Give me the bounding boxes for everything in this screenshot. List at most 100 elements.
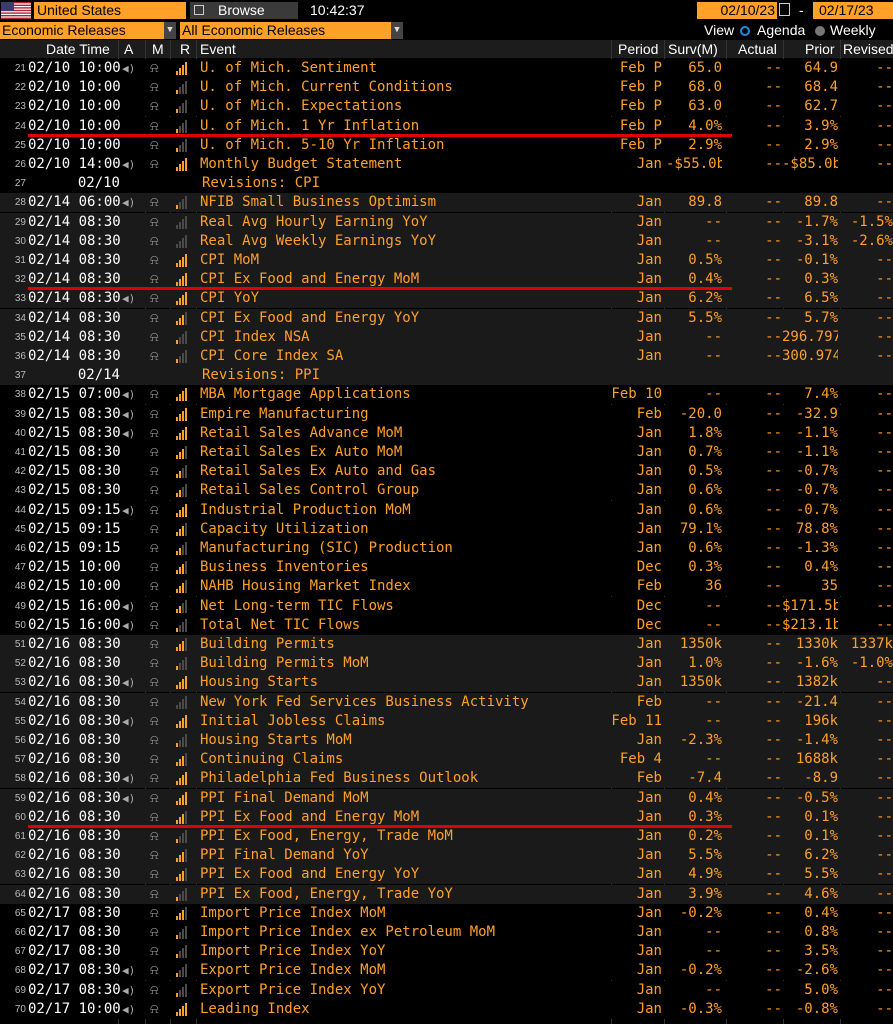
bell-icon[interactable]: ⍾: [150, 577, 164, 596]
bell-icon[interactable]: ⍾: [150, 213, 164, 232]
table-row[interactable]: 68 02/17 08:30 ◀) ⍾ Export Price Index MoM Ja…: [0, 961, 893, 981]
event-name[interactable]: CPI YoY: [200, 289, 610, 308]
start-date-field[interactable]: 02/10/23: [697, 2, 777, 19]
table-row[interactable]: 57 02/16 08:30 ⍾ Continuing Claims Feb 4 -- --…: [0, 750, 893, 770]
col-m[interactable]: M: [152, 40, 164, 58]
event-name[interactable]: Import Price Index MoM: [200, 904, 610, 923]
table-row[interactable]: 35 02/14 08:30 ⍾ CPI Index NSA Jan -- -- 296.79…: [0, 327, 893, 347]
table-row[interactable]: 33 02/14 08:30 ◀) ⍾ CPI YoY Jan 6.2% -- 6.5% --: [0, 289, 893, 309]
event-name[interactable]: Building Permits: [200, 635, 610, 654]
table-row[interactable]: 58 02/16 08:30 ◀) ⍾ Philadelphia Fed Busines…: [0, 769, 893, 789]
event-name[interactable]: U. of Mich. Current Conditions: [200, 78, 610, 97]
table-row[interactable]: 59 02/16 08:30 ◀) ⍾ PPI Final Demand MoM Jan 0…: [0, 788, 893, 808]
bell-icon[interactable]: ⍾: [150, 827, 164, 846]
event-name[interactable]: Continuing Claims: [200, 750, 610, 769]
event-name[interactable]: Import Price Index YoY: [200, 942, 610, 961]
event-name[interactable]: Industrial Production MoM: [200, 501, 610, 520]
event-name[interactable]: CPI MoM: [200, 251, 610, 270]
releases-dropdown[interactable]: All Economic Releases: [180, 22, 403, 39]
bell-icon[interactable]: ⍾: [150, 712, 164, 731]
event-name[interactable]: Total Net TIC Flows: [200, 616, 610, 635]
event-name[interactable]: U. of Mich. Expectations: [200, 97, 610, 116]
table-row[interactable]: 54 02/16 08:30 ⍾ New York Fed Services Busi…: [0, 692, 893, 712]
bell-icon[interactable]: ⍾: [150, 232, 164, 251]
col-prior[interactable]: Prior: [805, 40, 835, 58]
event-name[interactable]: Net Long-term TIC Flows: [200, 597, 610, 616]
bell-icon[interactable]: ⍾: [150, 155, 164, 174]
event-name[interactable]: Export Price Index MoM: [200, 961, 610, 980]
bell-icon[interactable]: ⍾: [150, 846, 164, 865]
bell-icon[interactable]: ⍾: [150, 693, 164, 712]
event-name[interactable]: Business Inventories: [200, 558, 610, 577]
bell-icon[interactable]: ⍾: [150, 136, 164, 155]
bell-icon[interactable]: ⍾: [150, 865, 164, 884]
speaker-icon[interactable]: ◀): [122, 789, 136, 808]
event-name[interactable]: PPI Ex Food, Energy, Trade YoY: [200, 885, 610, 904]
bell-icon[interactable]: ⍾: [150, 97, 164, 116]
event-name[interactable]: CPI Core Index SA: [200, 347, 610, 366]
table-row[interactable]: 55 02/16 08:30 ◀) ⍾ Initial Jobless Claims Fe…: [0, 711, 893, 731]
weekly-label[interactable]: Weekly: [830, 22, 876, 39]
event-name[interactable]: Retail Sales Ex Auto MoM: [200, 443, 610, 462]
event-name[interactable]: Empire Manufacturing: [200, 405, 610, 424]
bell-icon[interactable]: ⍾: [150, 405, 164, 424]
table-row[interactable]: 25 02/10 10:00 ⍾ U. of Mich. 5-10 Yr Inflat…: [0, 135, 893, 155]
speaker-icon[interactable]: ◀): [122, 616, 136, 635]
table-row[interactable]: 42 02/15 08:30 ⍾ Retail Sales Ex Auto and G…: [0, 462, 893, 482]
table-row[interactable]: 69 02/17 08:30 ◀) ⍾ Export Price Index YoY Ja…: [0, 980, 893, 1000]
bell-icon[interactable]: ⍾: [150, 616, 164, 635]
event-name[interactable]: Capacity Utilization: [200, 520, 610, 539]
bell-icon[interactable]: ⍾: [150, 731, 164, 750]
event-name[interactable]: CPI Index NSA: [200, 328, 610, 347]
table-row[interactable]: 65 02/17 08:30 ⍾ Import Price Index MoM Jan -…: [0, 903, 893, 923]
event-name[interactable]: Manufacturing (SIC) Production: [200, 539, 610, 558]
bell-icon[interactable]: ⍾: [150, 1000, 164, 1019]
bell-icon[interactable]: ⍾: [150, 769, 164, 788]
bell-icon[interactable]: ⍾: [150, 289, 164, 308]
bell-icon[interactable]: ⍾: [150, 78, 164, 97]
table-row[interactable]: 49 02/15 16:00 ◀) ⍾ Net Long-term TIC Flows D…: [0, 596, 893, 616]
bell-icon[interactable]: ⍾: [150, 520, 164, 539]
table-row[interactable]: 51 02/16 08:30 ⍾ Building Permits Jan 1350k --…: [0, 635, 893, 654]
event-name[interactable]: Building Permits MoM: [200, 654, 610, 673]
event-name[interactable]: NFIB Small Business Optimism: [200, 193, 610, 212]
bell-icon[interactable]: ⍾: [150, 904, 164, 923]
table-row[interactable]: 46 02/15 09:15 ⍾ Manufacturing (SIC) Produc…: [0, 539, 893, 558]
category-dropdown[interactable]: Economic Releases: [0, 22, 176, 39]
table-row[interactable]: 36 02/14 08:30 ⍾ CPI Core Index SA Jan -- -- 30…: [0, 347, 893, 366]
bell-icon[interactable]: ⍾: [150, 923, 164, 942]
table-row[interactable]: 56 02/16 08:30 ⍾ Housing Starts MoM Jan -2.3%…: [0, 731, 893, 750]
table-row[interactable]: 47 02/15 10:00 ⍾ Business Inventories Dec 0.3…: [0, 558, 893, 578]
speaker-icon[interactable]: ◀): [122, 501, 136, 520]
bell-icon[interactable]: ⍾: [150, 635, 164, 654]
event-name[interactable]: Real Avg Weekly Earnings YoY: [200, 232, 610, 251]
bell-icon[interactable]: ⍾: [150, 193, 164, 212]
speaker-icon[interactable]: ◀): [122, 405, 136, 424]
table-row[interactable]: 22 02/10 10:00 ⍾ U. of Mich. Current Condit…: [0, 78, 893, 98]
table-row[interactable]: 29 02/14 08:30 ⍾ Real Avg Hourly Earning Yo…: [0, 212, 893, 232]
table-row[interactable]: 38 02/15 07:00 ◀) ⍾ MBA Mortgage Application…: [0, 385, 893, 405]
table-row[interactable]: 66 02/17 08:30 ⍾ Import Price Index ex Petr…: [0, 923, 893, 942]
bell-icon[interactable]: ⍾: [150, 981, 164, 1000]
revisions-row[interactable]: 37 02/14 Revisions: PPI: [0, 366, 893, 386]
table-row[interactable]: 67 02/17 08:30 ⍾ Import Price Index YoY Jan -…: [0, 942, 893, 962]
event-name[interactable]: PPI Ex Food, Energy, Trade MoM: [200, 827, 610, 846]
event-name[interactable]: Monthly Budget Statement: [200, 155, 610, 174]
bell-icon[interactable]: ⍾: [150, 309, 164, 328]
chevron-down-icon[interactable]: ▼: [164, 22, 176, 39]
table-row[interactable]: 43 02/15 08:30 ⍾ Retail Sales Control Group…: [0, 481, 893, 501]
bell-icon[interactable]: ⍾: [150, 481, 164, 500]
event-name[interactable]: PPI Final Demand MoM: [200, 789, 610, 808]
speaker-icon[interactable]: ◀): [122, 1000, 136, 1019]
speaker-icon[interactable]: ◀): [122, 289, 136, 308]
bell-icon[interactable]: ⍾: [150, 385, 164, 404]
calendar-icon[interactable]: [779, 3, 790, 16]
table-row[interactable]: 61 02/16 08:30 ⍾ PPI Ex Food, Energy, Trade…: [0, 827, 893, 846]
table-row[interactable]: 31 02/14 08:30 ⍾ CPI MoM Jan 0.5% -- -0.1% --: [0, 251, 893, 270]
speaker-icon[interactable]: ◀): [122, 981, 136, 1000]
bell-icon[interactable]: ⍾: [150, 673, 164, 692]
bell-icon[interactable]: ⍾: [150, 462, 164, 481]
table-row[interactable]: 62 02/16 08:30 ⍾ PPI Final Demand YoY Jan 5.5…: [0, 846, 893, 866]
speaker-icon[interactable]: ◀): [122, 673, 136, 692]
event-name[interactable]: Leading Index: [200, 1000, 610, 1019]
